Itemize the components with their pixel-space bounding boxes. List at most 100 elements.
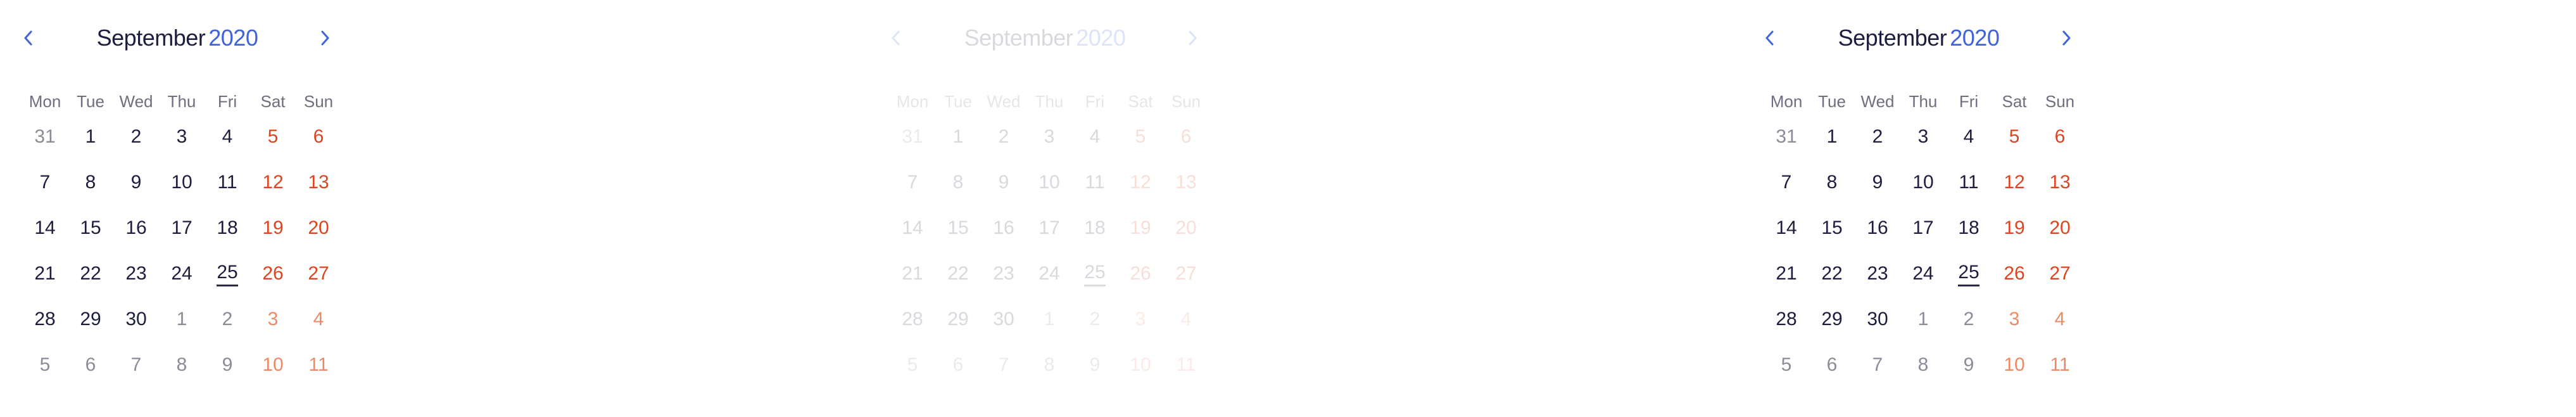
day-cell[interactable]: 26 [250, 251, 296, 297]
day-cell[interactable]: 30 [1855, 297, 1900, 342]
day-cell-outside-month[interactable]: 1 [159, 297, 205, 342]
day-cell-outside-month[interactable]: 8 [159, 342, 205, 388]
next-month-button[interactable] [2047, 19, 2085, 57]
day-cell[interactable]: 16 [113, 205, 159, 251]
day-number: 2 [222, 309, 233, 330]
day-cell[interactable]: 21 [1764, 251, 1809, 297]
day-cell[interactable]: 28 [1764, 297, 1809, 342]
day-cell[interactable]: 20 [296, 205, 341, 251]
day-cell: 14 [890, 205, 935, 251]
day-cell[interactable]: 30 [113, 297, 159, 342]
day-cell[interactable]: 29 [1809, 297, 1855, 342]
day-number: 4 [2054, 309, 2066, 330]
day-cell[interactable]: 22 [1809, 251, 1855, 297]
day-cell[interactable]: 27 [296, 251, 341, 297]
day-cell[interactable]: 19 [250, 205, 296, 251]
next-month-button[interactable] [306, 19, 344, 57]
day-cell-today[interactable]: 25 [205, 251, 250, 297]
weekday-label: Sat [2002, 91, 2027, 111]
day-cell[interactable]: 8 [1809, 160, 1855, 205]
day-cell[interactable]: 23 [1855, 251, 1900, 297]
year-label[interactable]: 2020 [1950, 25, 2000, 51]
day-cell-outside-month[interactable]: 5 [22, 342, 68, 388]
day-cell-outside-month[interactable]: 5 [1764, 342, 1809, 388]
day-cell[interactable]: 2 [113, 114, 159, 160]
day-cell[interactable]: 22 [68, 251, 113, 297]
day-cell-outside-month[interactable]: 2 [1946, 297, 1992, 342]
day-cell[interactable]: 12 [250, 160, 296, 205]
day-number: 5 [1781, 354, 1792, 375]
month-year-title[interactable]: September 2020 [0, 19, 355, 57]
day-cell-outside-month[interactable]: 1 [1900, 297, 1946, 342]
day-cell-outside-month[interactable]: 11 [2037, 342, 2083, 388]
day-cell-outside-month[interactable]: 7 [1855, 342, 1900, 388]
day-cell-outside-month[interactable]: 9 [205, 342, 250, 388]
day-cell[interactable]: 7 [1764, 160, 1809, 205]
month-year-title[interactable]: September 2020 [1741, 19, 2096, 57]
day-cell[interactable]: 2 [1855, 114, 1900, 160]
day-cell[interactable]: 5 [250, 114, 296, 160]
day-cell-outside-month[interactable]: 7 [113, 342, 159, 388]
day-cell[interactable]: 10 [1900, 160, 1946, 205]
day-cell-outside-month[interactable]: 31 [1764, 114, 1809, 160]
day-cell[interactable]: 6 [296, 114, 341, 160]
day-cell[interactable]: 21 [22, 251, 68, 297]
day-cell-outside-month[interactable]: 6 [68, 342, 113, 388]
day-cell[interactable]: 3 [159, 114, 205, 160]
day-cell[interactable]: 11 [205, 160, 250, 205]
weekday-label: Wed [1860, 91, 1895, 111]
day-cell[interactable]: 3 [1900, 114, 1946, 160]
day-cell-outside-month[interactable]: 2 [205, 297, 250, 342]
day-cell[interactable]: 26 [1992, 251, 2037, 297]
day-cell-outside-month[interactable]: 10 [1992, 342, 2037, 388]
day-cell[interactable]: 16 [1855, 205, 1900, 251]
day-cell[interactable]: 29 [68, 297, 113, 342]
day-cell-outside-month[interactable]: 6 [1809, 342, 1855, 388]
year-label[interactable]: 2020 [208, 25, 258, 51]
day-cell[interactable]: 12 [1992, 160, 2037, 205]
day-cell[interactable]: 8 [68, 160, 113, 205]
day-number: 10 [262, 354, 284, 375]
calendar-header: September 2020 [868, 19, 1222, 57]
day-cell-outside-month[interactable]: 4 [2037, 297, 2083, 342]
day-cell[interactable]: 14 [22, 205, 68, 251]
day-cell[interactable]: 20 [2037, 205, 2083, 251]
day-cell[interactable]: 24 [1900, 251, 1946, 297]
day-cell-outside-month[interactable]: 10 [250, 342, 296, 388]
day-cell[interactable]: 14 [1764, 205, 1809, 251]
day-cell[interactable]: 24 [159, 251, 205, 297]
day-cell[interactable]: 17 [1900, 205, 1946, 251]
day-cell[interactable]: 28 [22, 297, 68, 342]
day-cell-outside-month[interactable]: 4 [296, 297, 341, 342]
day-cell[interactable]: 18 [1946, 205, 1992, 251]
day-number: 5 [1135, 126, 1146, 147]
day-cell[interactable]: 9 [1855, 160, 1900, 205]
day-cell[interactable]: 15 [1809, 205, 1855, 251]
day-cell[interactable]: 27 [2037, 251, 2083, 297]
day-cell[interactable]: 1 [68, 114, 113, 160]
day-cell[interactable]: 5 [1992, 114, 2037, 160]
day-cell-outside-month[interactable]: 3 [250, 297, 296, 342]
day-cell[interactable]: 13 [296, 160, 341, 205]
day-cell-today[interactable]: 25 [1946, 251, 1992, 297]
day-cell[interactable]: 10 [159, 160, 205, 205]
day-cell[interactable]: 18 [205, 205, 250, 251]
day-cell[interactable]: 13 [2037, 160, 2083, 205]
day-cell[interactable]: 4 [1946, 114, 1992, 160]
day-cell[interactable]: 17 [159, 205, 205, 251]
day-cell-outside-month[interactable]: 11 [296, 342, 341, 388]
day-cell[interactable]: 23 [113, 251, 159, 297]
day-cell-outside-month[interactable]: 3 [1992, 297, 2037, 342]
day-number: 1 [1917, 309, 1929, 330]
day-cell-outside-month[interactable]: 8 [1900, 342, 1946, 388]
day-cell[interactable]: 19 [1992, 205, 2037, 251]
day-cell-outside-month[interactable]: 9 [1946, 342, 1992, 388]
day-cell[interactable]: 9 [113, 160, 159, 205]
day-cell[interactable]: 7 [22, 160, 68, 205]
day-cell[interactable]: 1 [1809, 114, 1855, 160]
day-cell[interactable]: 11 [1946, 160, 1992, 205]
day-cell[interactable]: 15 [68, 205, 113, 251]
day-cell[interactable]: 6 [2037, 114, 2083, 160]
day-cell[interactable]: 4 [205, 114, 250, 160]
day-cell-outside-month[interactable]: 31 [22, 114, 68, 160]
